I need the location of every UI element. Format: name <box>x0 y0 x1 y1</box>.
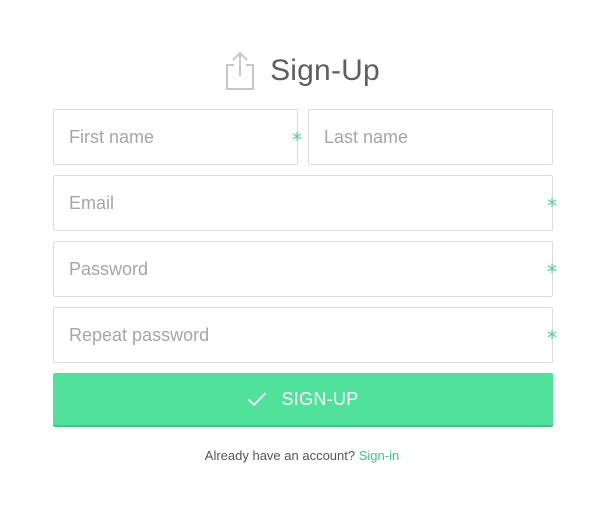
password-input[interactable] <box>54 242 552 296</box>
repeat-password-input[interactable] <box>54 308 552 362</box>
first-name-field[interactable] <box>53 109 298 165</box>
email-required-marker: * <box>547 194 557 218</box>
email-field[interactable] <box>53 175 553 231</box>
upload-icon <box>226 51 255 90</box>
last-name-field[interactable] <box>308 109 553 165</box>
first-name-input[interactable] <box>54 110 297 164</box>
password-required-marker: * <box>547 260 557 284</box>
check-icon <box>248 392 267 407</box>
signin-prompt: Already have an account? Sign-in <box>0 448 604 463</box>
first-name-required-marker: * <box>292 128 302 152</box>
page-header: Sign-Up <box>0 44 604 96</box>
signin-link[interactable]: Sign-in <box>359 448 399 463</box>
signin-prompt-text: Already have an account? <box>204 448 356 463</box>
last-name-input[interactable] <box>309 110 552 164</box>
signup-button[interactable]: SIGN-UP <box>53 373 553 427</box>
signup-button-label: SIGN-UP <box>281 388 359 409</box>
repeat-password-required-marker: * <box>547 326 557 350</box>
repeat-password-field[interactable] <box>53 307 553 363</box>
password-field[interactable] <box>53 241 553 297</box>
email-input[interactable] <box>54 176 552 230</box>
page-title: Sign-Up <box>270 54 380 87</box>
